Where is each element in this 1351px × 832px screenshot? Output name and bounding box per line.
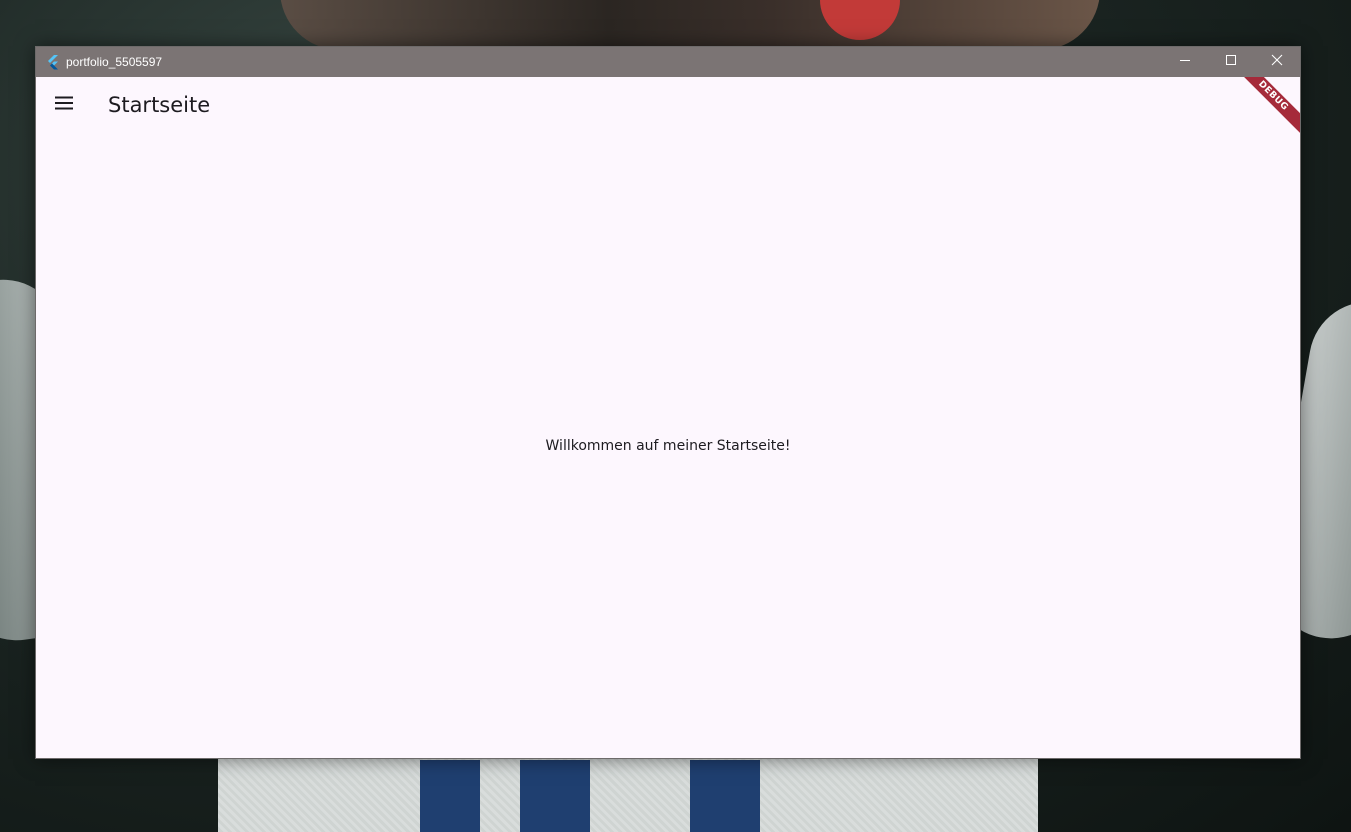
app-bar: Startseite: [36, 77, 1300, 133]
flutter-icon: [45, 54, 61, 70]
close-button[interactable]: [1254, 47, 1300, 77]
minimize-button[interactable]: [1162, 47, 1208, 77]
maximize-button[interactable]: [1208, 47, 1254, 77]
app-content: Startseite Willkommen auf meiner Startse…: [36, 77, 1300, 758]
wallpaper-shape: [420, 760, 480, 832]
minimize-icon: [1179, 53, 1191, 71]
window-controls: [1162, 47, 1300, 77]
close-icon: [1271, 53, 1283, 71]
window-title: portfolio_5505597: [66, 55, 163, 69]
wallpaper-shape: [280, 0, 1100, 50]
title-bar[interactable]: portfolio_5505597: [36, 47, 1300, 77]
app-window: portfolio_5505597 Startseite Willkommen …: [35, 46, 1301, 759]
maximize-icon: [1225, 53, 1237, 71]
welcome-text: Willkommen auf meiner Startseite!: [545, 438, 791, 454]
page-title: Startseite: [108, 93, 211, 117]
wallpaper-shape: [520, 760, 590, 832]
hamburger-menu-icon: [54, 95, 74, 116]
wallpaper-shape: [690, 760, 760, 832]
menu-button[interactable]: [44, 85, 84, 125]
